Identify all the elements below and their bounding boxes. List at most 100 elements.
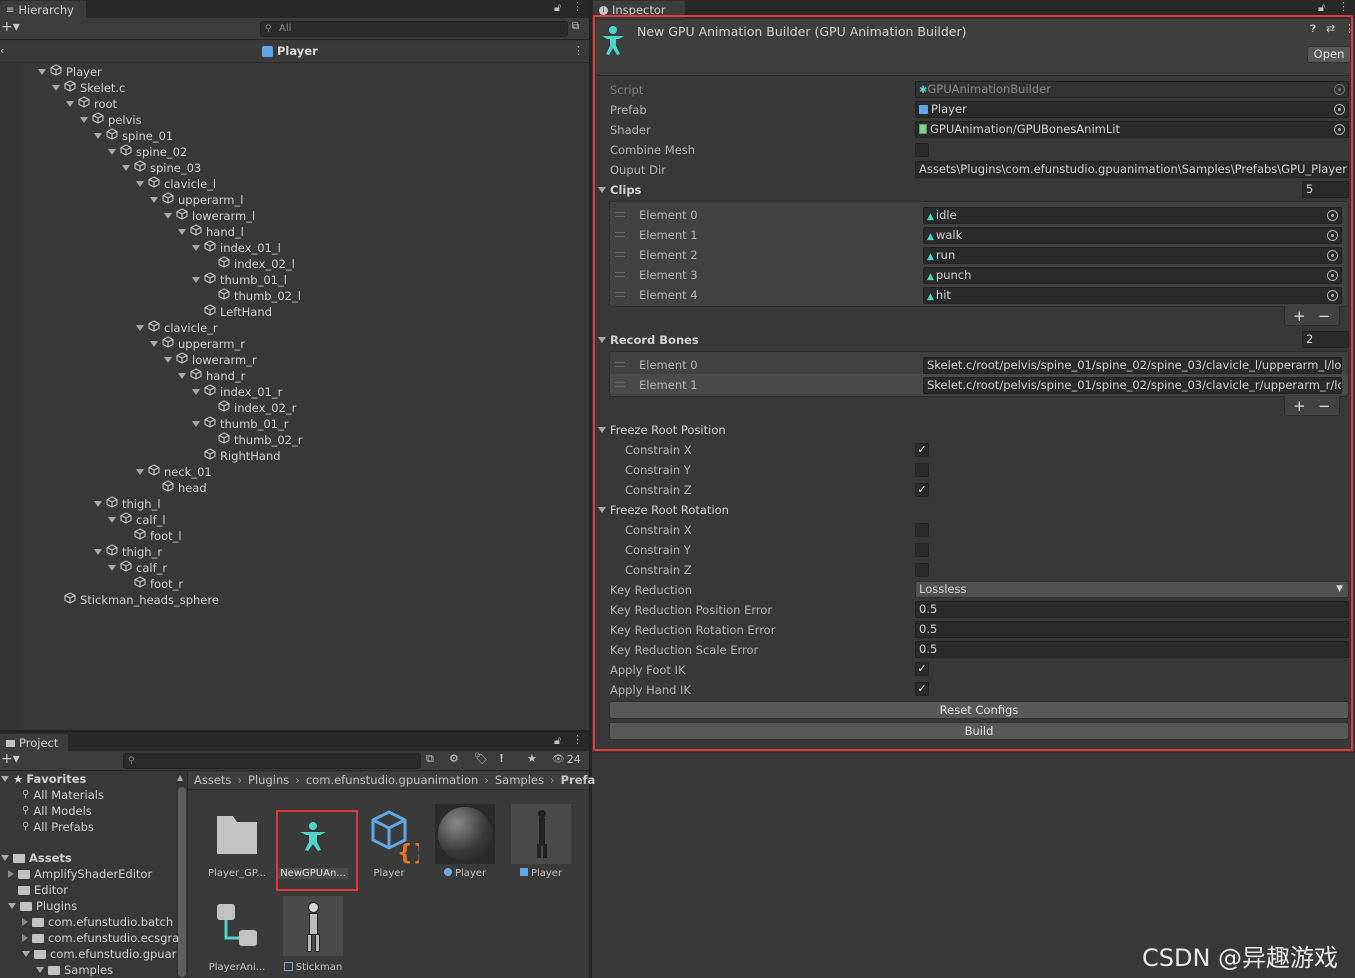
inspector-menu-icon[interactable]: ⋮ — [1338, 0, 1349, 13]
hierarchy-item[interactable]: thigh_r — [94, 544, 162, 560]
foldout-arrow-icon[interactable] — [178, 373, 186, 379]
clip-picker-icon[interactable] — [1327, 290, 1338, 301]
hierarchy-item[interactable]: thumb_01_r — [192, 416, 288, 432]
constrain-toggle[interactable] — [915, 563, 929, 577]
hierarchy-item[interactable]: hand_l — [178, 224, 244, 240]
breadcrumb-item[interactable]: Samples — [495, 773, 544, 787]
foldout-arrow-icon[interactable] — [8, 870, 14, 878]
drag-handle-icon[interactable] — [615, 382, 625, 387]
clips-count-field[interactable]: 5 — [1302, 181, 1349, 198]
constrain-toggle[interactable]: ✓ — [915, 483, 929, 497]
hierarchy-tab[interactable]: ≡ Hierarchy — [0, 0, 86, 18]
folder-tree-item[interactable]: com.efunstudio.batch — [22, 914, 173, 930]
clip-picker-icon[interactable] — [1327, 250, 1338, 261]
hierarchy-item[interactable]: foot_r — [122, 576, 183, 592]
hierarchy-item[interactable]: thumb_01_l — [192, 272, 287, 288]
hierarchy-item[interactable]: spine_03 — [122, 160, 201, 176]
type-filter-icon[interactable]: ⚙ — [449, 752, 459, 765]
hierarchy-item[interactable]: clavicle_r — [136, 320, 218, 336]
kr-position-error-field[interactable]: 0.5 — [915, 601, 1349, 618]
hierarchy-item[interactable]: LeftHand — [192, 304, 272, 320]
project-search-input[interactable]: ⚲ — [123, 753, 421, 769]
foldout-arrow-icon[interactable] — [108, 149, 116, 155]
foldout-arrow-icon[interactable] — [22, 951, 30, 957]
kr-rotation-error-field[interactable]: 0.5 — [915, 621, 1349, 638]
apply-hand-ik-toggle[interactable]: ✓ — [915, 682, 929, 696]
constrain-toggle[interactable] — [915, 543, 929, 557]
foldout-arrow-icon[interactable] — [38, 69, 46, 75]
folder-tree-item[interactable]: Samples — [36, 962, 113, 978]
constrain-toggle[interactable] — [915, 523, 929, 537]
asset-tile-selected[interactable]: NewGPUAn... — [278, 804, 348, 879]
label-filter-icon[interactable]: 🏷︎ — [474, 752, 488, 765]
open-button[interactable]: Open — [1307, 46, 1351, 63]
hierarchy-item[interactable]: index_02_l — [206, 256, 295, 272]
drag-handle-icon[interactable] — [615, 362, 625, 367]
shader-field[interactable]: GPUAnimation/GPUBonesAnimLit — [915, 121, 1349, 138]
freeze-root-position-foldout[interactable]: Freeze Root Position — [598, 421, 726, 439]
foldout-arrow-icon[interactable] — [22, 918, 28, 926]
apply-foot-ik-toggle[interactable]: ✓ — [915, 662, 929, 676]
prefab-menu-icon[interactable]: ⋮ — [573, 44, 584, 57]
hierarchy-item[interactable]: calf_l — [108, 512, 166, 528]
clip-picker-icon[interactable] — [1327, 270, 1338, 281]
project-menu-icon[interactable]: ⋮ — [572, 733, 583, 746]
asset-tile[interactable]: Player — [430, 804, 500, 879]
prefab-field[interactable]: Player — [915, 101, 1349, 118]
hierarchy-menu-icon[interactable]: ⋮ — [572, 0, 583, 13]
drag-handle-icon[interactable] — [615, 272, 625, 277]
clip-field[interactable]: ▲ run — [923, 247, 1342, 264]
clips-remove-button[interactable]: − — [1318, 307, 1331, 325]
foldout-arrow-icon[interactable] — [192, 245, 200, 251]
foldout-arrow-icon[interactable] — [150, 341, 158, 347]
scene-visibility-icon[interactable]: ⧉ — [572, 21, 579, 32]
kr-scale-error-field[interactable]: 0.5 — [915, 641, 1349, 658]
foldout-arrow-icon[interactable] — [136, 181, 144, 187]
hierarchy-item[interactable]: RightHand — [192, 448, 281, 464]
drag-handle-icon[interactable] — [615, 212, 625, 217]
hierarchy-item[interactable]: root — [66, 96, 117, 112]
search-filter-icon[interactable]: ⧉ — [426, 752, 434, 766]
folder-tree-item[interactable]: Editor — [8, 882, 68, 898]
foldout-arrow-icon[interactable] — [178, 229, 186, 235]
scroll-up-arrow-icon[interactable]: ▲ — [177, 773, 183, 782]
bone-path-field[interactable]: Skelet.c/root/pelvis/spine_01/spine_02/s… — [923, 357, 1342, 374]
foldout-arrow-icon[interactable] — [136, 325, 144, 331]
clip-field[interactable]: ▲ walk — [923, 227, 1342, 244]
foldout-arrow-icon[interactable] — [122, 165, 130, 171]
inspector-tab[interactable]: i Inspector — [593, 0, 685, 18]
back-arrow-icon[interactable]: ‹ — [0, 44, 4, 57]
clip-field[interactable]: ▲ idle — [923, 207, 1342, 224]
hierarchy-item[interactable]: index_01_l — [192, 240, 281, 256]
hierarchy-item[interactable]: Player — [38, 64, 102, 80]
folder-tree-item[interactable]: AmplifyShaderEditor — [8, 866, 152, 882]
asset-tile[interactable]: PlayerAni... — [202, 896, 272, 973]
key-reduction-dropdown[interactable]: Lossless ▼ — [915, 581, 1349, 598]
favorite-item[interactable]: ⚲ All Models — [22, 803, 92, 819]
project-lock-icon[interactable]: 🔓︎ — [554, 734, 561, 748]
component-menu-icon[interactable]: ⋮ — [1344, 22, 1355, 35]
project-tab[interactable]: Project — [0, 733, 68, 751]
bones-remove-button[interactable]: − — [1318, 397, 1331, 415]
drag-handle-icon[interactable] — [615, 252, 625, 257]
favorite-item[interactable]: ⚲ All Materials — [22, 787, 104, 803]
foldout-arrow-icon[interactable] — [136, 469, 144, 475]
hierarchy-item[interactable]: spine_02 — [108, 144, 187, 160]
help-icon[interactable]: ❓︎ — [1310, 24, 1316, 35]
foldout-arrow-icon[interactable] — [192, 421, 200, 427]
drag-handle-icon[interactable] — [615, 292, 625, 297]
clip-picker-icon[interactable] — [1327, 210, 1338, 221]
prefab-picker-icon[interactable] — [1334, 104, 1345, 115]
build-button[interactable]: Build — [609, 722, 1349, 740]
foldout-arrow-icon[interactable] — [164, 213, 172, 219]
clip-field[interactable]: ▲ punch — [923, 267, 1342, 284]
inspector-lock-icon[interactable]: 🔓︎ — [1318, 1, 1325, 15]
breadcrumb-item[interactable]: Plugins — [248, 773, 289, 787]
favorite-star-icon[interactable]: ★ — [527, 752, 537, 765]
hierarchy-item[interactable]: thumb_02_r — [206, 432, 302, 448]
foldout-arrow-icon[interactable] — [94, 549, 102, 555]
constrain-toggle[interactable]: ✓ — [915, 443, 929, 457]
constrain-toggle[interactable] — [915, 463, 929, 477]
foldout-arrow-icon[interactable] — [108, 565, 116, 571]
hierarchy-item[interactable]: thigh_l — [94, 496, 161, 512]
